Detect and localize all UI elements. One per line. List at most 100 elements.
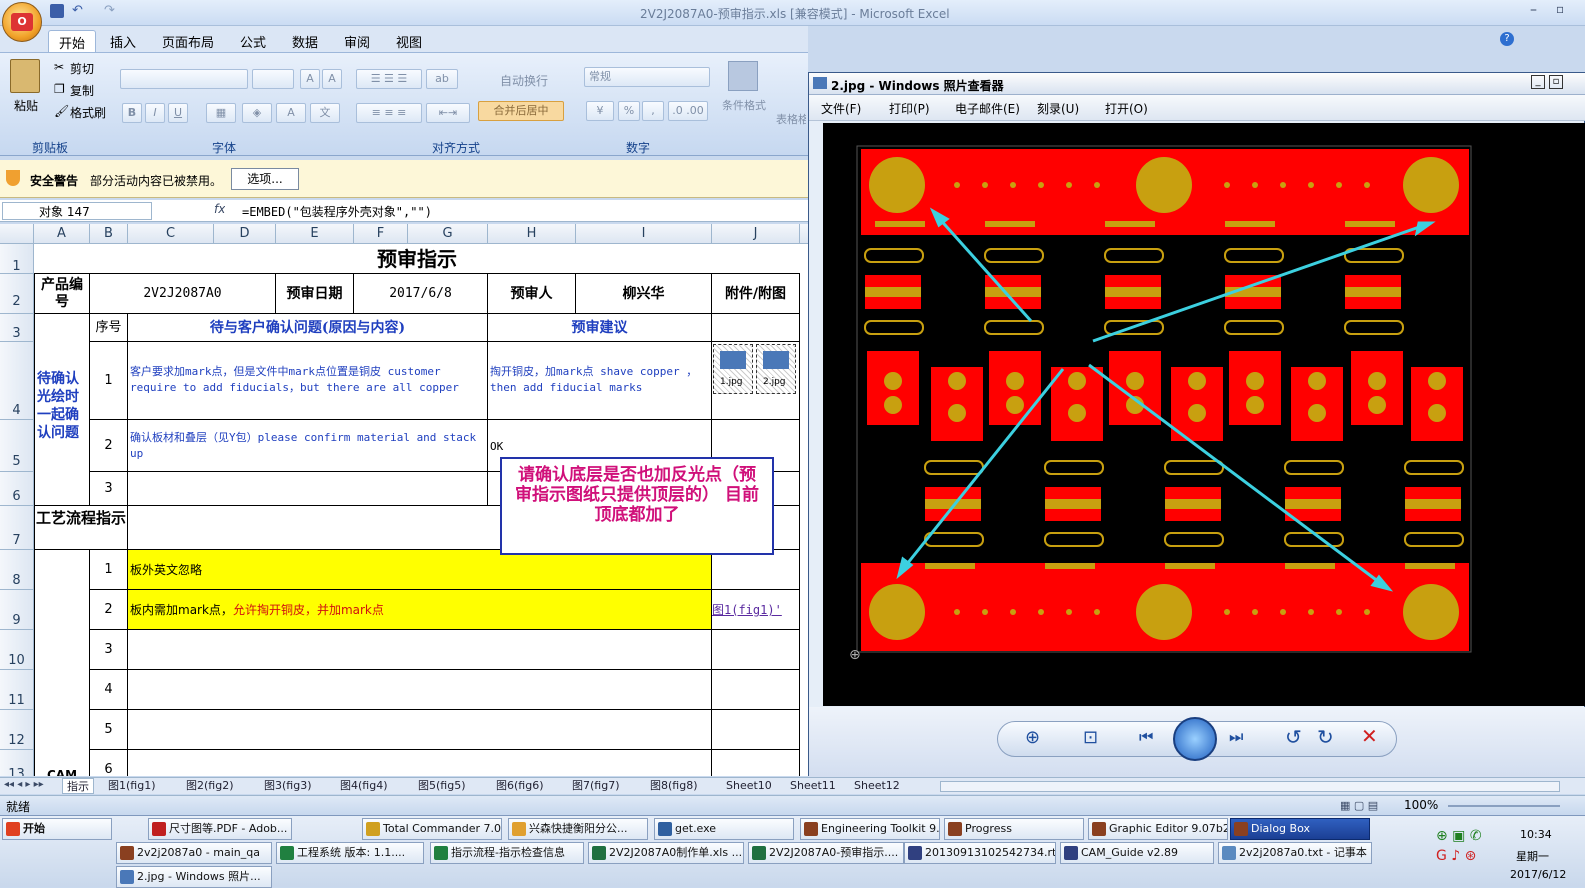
col-header-h[interactable]: H [488, 224, 576, 244]
product-number[interactable]: 2V2J2087A0 [90, 274, 276, 314]
row-header-13[interactable]: 13 [0, 750, 34, 776]
tab-view[interactable]: 视图 [386, 30, 432, 52]
reviewer-label[interactable]: 预审人 [488, 274, 576, 314]
row-header-3[interactable]: 3 [0, 314, 34, 342]
task-total-commander[interactable]: Total Commander 7.0... [362, 818, 502, 840]
col-header-g[interactable]: G [408, 224, 488, 244]
row-header-9[interactable]: 9 [0, 590, 34, 630]
task-prereview-xls[interactable]: 2V2J2087A0-预审指示.... [748, 842, 904, 864]
process-attach-5[interactable] [712, 710, 800, 750]
name-box[interactable]: 对象 147 [2, 202, 152, 220]
task-get-exe[interactable]: get.exe [654, 818, 794, 840]
formula-input[interactable]: =EMBED("包装程序外壳对象","") [242, 203, 432, 220]
copy-icon[interactable]: ❐ [54, 82, 65, 96]
issue-2[interactable]: 确认板材和叠层（见Y包）please confirm material and … [128, 420, 488, 472]
sheet-tab-11[interactable]: Sheet11 [786, 778, 840, 794]
attachment-2-jpg[interactable]: 2.jpg [756, 344, 796, 394]
tab-home[interactable]: 开始 [48, 30, 97, 52]
reviewer-name[interactable]: 柳兴华 [576, 274, 712, 314]
row-header-1[interactable]: 1 [0, 244, 34, 274]
process-seq-2[interactable]: 2 [90, 590, 128, 630]
pcb-image[interactable]: ⊕ [823, 123, 1585, 706]
merge-center-button[interactable]: 合并后居中 [478, 101, 564, 121]
seq-1[interactable]: 1 [90, 342, 128, 420]
zoom-slider[interactable] [1448, 805, 1560, 807]
shrink-font-icon[interactable]: A [322, 69, 342, 89]
row-header-8[interactable]: 8 [0, 550, 34, 590]
select-all-corner[interactable] [0, 224, 34, 244]
col-header-f[interactable]: F [354, 224, 408, 244]
font-size-select[interactable] [252, 69, 294, 89]
task-notepad[interactable]: 2v2j2087a0.txt - 记事本 [1218, 842, 1372, 864]
conditional-format-button[interactable]: 条件格式 [722, 97, 766, 113]
worksheet[interactable]: A B C D E F G H I J 1 2 3 4 5 6 7 8 9 10… [0, 224, 808, 776]
indent-icons[interactable]: ⇤⇥ [426, 103, 470, 123]
seq-2[interactable]: 2 [90, 420, 128, 472]
brush-icon[interactable]: 🖌 [54, 104, 69, 118]
process-step-5[interactable] [128, 710, 712, 750]
process-step-2[interactable]: 板内需加mark点，允许掏开铜皮，并加mark点 [128, 590, 712, 630]
row-header-10[interactable]: 10 [0, 630, 34, 670]
task-engineering-system[interactable]: 工程系统 版本: 1.1.... [276, 842, 424, 864]
process-step-3[interactable] [128, 630, 712, 670]
sheet-tab-3[interactable]: 图2(fig2) [182, 778, 238, 794]
tab-nav-icons[interactable]: ◂◂ ◂ ▸ ▸▸ [4, 779, 44, 790]
attachment-label[interactable]: 附件/附图 [712, 274, 800, 314]
row-header-6[interactable]: 6 [0, 472, 34, 506]
comma-icon[interactable]: , [642, 101, 664, 121]
sheet-tab-12[interactable]: Sheet12 [850, 778, 904, 794]
process-attach-4[interactable] [712, 670, 800, 710]
task-instruction-flow[interactable]: 指示流程-指示检查信息 [430, 842, 584, 864]
viewer-minimize-icon[interactable]: _ [1531, 75, 1545, 89]
italic-icon[interactable]: I [145, 103, 165, 123]
tab-review[interactable]: 审阅 [334, 30, 380, 52]
row-header-5[interactable]: 5 [0, 420, 34, 472]
number-format-select[interactable]: 常规 [584, 67, 710, 87]
attachment-header-empty[interactable] [712, 314, 800, 342]
redo-icon[interactable]: ↷ [104, 3, 115, 18]
cut-button[interactable]: 剪切 [70, 60, 94, 77]
task-pdf[interactable]: 尺寸图等.PDF - Adob... [148, 818, 292, 840]
decimal-icons[interactable]: .0 .00 [668, 101, 708, 121]
process-step-4[interactable] [128, 670, 712, 710]
rotate-right-icon[interactable]: ↻ [1317, 725, 1334, 749]
vertical-align-icons[interactable]: ☰ ☰ ☰ [356, 69, 422, 89]
function-icon[interactable]: fx [214, 202, 225, 216]
task-rtf[interactable]: 20130913102542734.rt... [904, 842, 1056, 864]
task-progress[interactable]: Progress [944, 818, 1084, 840]
row-header-12[interactable]: 12 [0, 710, 34, 750]
issue-1[interactable]: 客户要求加mark点，但是文件中mark点位置是铜皮 customer requ… [128, 342, 488, 420]
row-header-4[interactable]: 4 [0, 342, 34, 420]
sheet-tab-6[interactable]: 图5(fig5) [414, 778, 470, 794]
task-photo-viewer[interactable]: 2.jpg - Windows 照片... [116, 866, 272, 888]
product-label[interactable]: 产品编号 [34, 274, 90, 314]
task-xingsen[interactable]: 兴森快捷衡阳分公... [508, 818, 648, 840]
task-cam-guide[interactable]: CAM_Guide v2.89 [1060, 842, 1214, 864]
grow-font-icon[interactable]: A [300, 69, 320, 89]
phonetic-icon[interactable]: 文 [310, 103, 340, 123]
process-step-1[interactable]: 板外英文忽略 [128, 550, 712, 590]
tab-formulas[interactable]: 公式 [230, 30, 276, 52]
process-seq-4[interactable]: 4 [90, 670, 128, 710]
row-header-7[interactable]: 7 [0, 506, 34, 550]
sheet-tab-10[interactable]: Sheet10 [722, 778, 776, 794]
seq-3[interactable]: 3 [90, 472, 128, 506]
conditional-format-icon[interactable] [728, 61, 758, 91]
task-graphic-editor[interactable]: Graphic Editor 9.07b2... [1088, 818, 1228, 840]
col-header-b[interactable]: B [90, 224, 128, 244]
percent-icon[interactable]: % [618, 101, 640, 121]
viewer-menu-email[interactable]: 电子邮件(E) [955, 100, 1020, 117]
actual-size-icon[interactable]: ⊡ [1083, 727, 1098, 748]
zoom-icon[interactable]: ⊕ [1025, 727, 1040, 748]
underline-icon[interactable]: U [168, 103, 188, 123]
sheet-tab-8[interactable]: 图7(fig7) [568, 778, 624, 794]
paste-icon[interactable] [10, 59, 40, 93]
seq-header[interactable]: 序号 [90, 314, 128, 342]
horizontal-align-icons[interactable]: ≡ ≡ ≡ [356, 103, 422, 123]
row-header-2[interactable]: 2 [0, 274, 34, 314]
scissors-icon[interactable]: ✂ [54, 60, 64, 74]
process-seq-1[interactable]: 1 [90, 550, 128, 590]
tray-icons[interactable]: ⊕ ▣ ✆ [1436, 828, 1482, 844]
border-icon[interactable]: ▦ [206, 103, 236, 123]
font-color-icon[interactable]: A [276, 103, 306, 123]
